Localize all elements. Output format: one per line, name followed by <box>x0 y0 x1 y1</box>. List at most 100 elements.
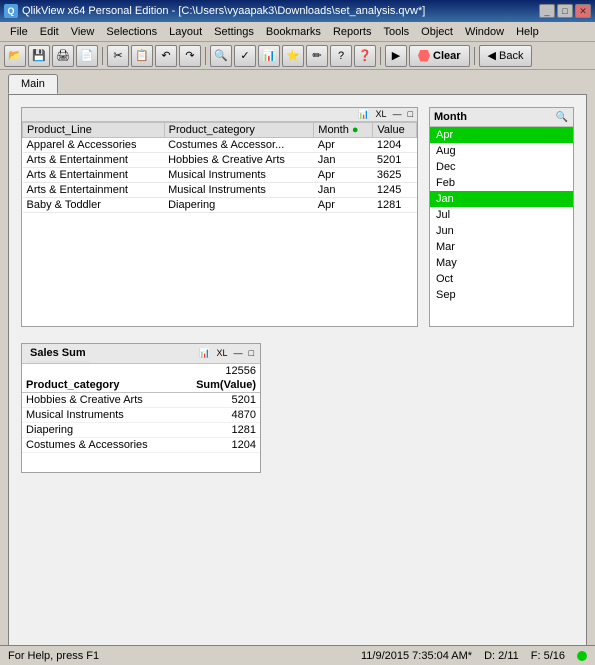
month-list-item[interactable]: Dec <box>430 159 573 175</box>
sales-value-cell: 4870 <box>178 408 260 423</box>
toolbar-open-btn[interactable]: 📂 <box>4 45 26 67</box>
table-cell: Musical Instruments <box>164 168 314 183</box>
back-label: Back <box>499 50 523 62</box>
toolbar-star-btn[interactable]: ⭐ <box>282 45 304 67</box>
table-row[interactable]: Musical Instruments4870 <box>22 408 260 423</box>
sales-value-cell: 1204 <box>178 438 260 453</box>
toolbar-arrow-btn[interactable]: ▶ <box>385 45 407 67</box>
sales-col2-header: Sum(Value) <box>178 378 260 393</box>
toolbar-cut-btn[interactable]: ✂ <box>107 45 129 67</box>
title-bar-left: Q QlikView x64 Personal Edition - [C:\Us… <box>4 4 425 18</box>
sales-minimize-btn[interactable]: — <box>232 348 245 359</box>
menu-layout[interactable]: Layout <box>163 24 208 40</box>
toolbar-sep3 <box>380 47 381 65</box>
tabs-area: Main <box>0 70 595 94</box>
table-cell: Arts & Entertainment <box>23 168 165 183</box>
month-indicator: ● <box>352 124 359 136</box>
menu-window[interactable]: Window <box>459 24 510 40</box>
table-cell: Arts & Entertainment <box>23 153 165 168</box>
sales-category-cell: Costumes & Accessories <box>22 438 178 453</box>
sales-container: Sales Sum 📊 XL — □ 12556 Product_categor… <box>21 343 261 473</box>
dt-xl-btn[interactable]: XL <box>374 109 389 120</box>
table-row[interactable]: Baby & ToddlerDiaperingApr1281 <box>23 198 417 213</box>
table-cell: Hobbies & Creative Arts <box>164 153 314 168</box>
month-list-item[interactable]: Feb <box>430 175 573 191</box>
toolbar-paste-btn[interactable]: 📋 <box>131 45 153 67</box>
table-cell: 5201 <box>373 153 417 168</box>
sales-maximize-btn[interactable]: □ <box>247 348 256 359</box>
table-cell: Apparel & Accessories <box>23 138 165 153</box>
toolbar-undo-btn[interactable]: ↶ <box>155 45 177 67</box>
toolbar-help-btn[interactable]: ? <box>330 45 352 67</box>
table-cell: Costumes & Accessor... <box>164 138 314 153</box>
table-row[interactable]: Hobbies & Creative Arts5201 <box>22 393 260 408</box>
sales-value-cell: 1281 <box>178 423 260 438</box>
month-list-item[interactable]: Oct <box>430 271 573 287</box>
table-cell: Apr <box>314 138 373 153</box>
toolbar-redo-btn[interactable]: ↷ <box>179 45 201 67</box>
tab-main[interactable]: Main <box>8 74 58 94</box>
table-row[interactable]: Arts & EntertainmentHobbies & Creative A… <box>23 153 417 168</box>
sales-value-cell: 5201 <box>178 393 260 408</box>
toolbar-save-btn[interactable]: 💾 <box>28 45 50 67</box>
clear-button[interactable]: Clear <box>409 45 470 67</box>
toolbar-chart-btn[interactable]: 📊 <box>258 45 280 67</box>
sales-col1-header: Product_category <box>22 378 178 393</box>
month-list-item[interactable]: Mar <box>430 239 573 255</box>
month-list-item[interactable]: Jan <box>430 191 573 207</box>
dt-minimize-btn[interactable]: — <box>391 109 404 120</box>
toolbar-search-btn[interactable]: 🔍 <box>210 45 232 67</box>
status-indicator <box>577 651 587 661</box>
main-data-table: Product_Line Product_category Month ● Va… <box>22 122 417 213</box>
col-product-line: Product_Line <box>23 123 165 138</box>
month-list-item[interactable]: Aug <box>430 143 573 159</box>
sales-toolbar-btns: 📊 XL — □ <box>197 348 256 359</box>
menu-help[interactable]: Help <box>510 24 545 40</box>
title-bar: Q QlikView x64 Personal Edition - [C:\Us… <box>0 0 595 22</box>
menu-bookmarks[interactable]: Bookmarks <box>260 24 327 40</box>
table-row[interactable]: Apparel & AccessoriesCostumes & Accessor… <box>23 138 417 153</box>
toolbar-check-btn[interactable]: ✓ <box>234 45 256 67</box>
toolbar-info-btn[interactable]: ❓ <box>354 45 376 67</box>
table-row[interactable]: Arts & EntertainmentMusical InstrumentsA… <box>23 168 417 183</box>
sales-category-cell: Hobbies & Creative Arts <box>22 393 178 408</box>
menu-tools[interactable]: Tools <box>377 24 415 40</box>
table-row[interactable]: Diapering1281 <box>22 423 260 438</box>
menu-selections[interactable]: Selections <box>100 24 163 40</box>
data-table-container: 📊 XL — □ Product_Line Product_category M… <box>21 107 418 327</box>
back-button[interactable]: ◀ Back <box>479 45 533 67</box>
toolbar-copy-btn[interactable]: 📄 <box>76 45 98 67</box>
month-search-icon[interactable]: 🔍 <box>555 110 569 124</box>
maximize-button[interactable]: □ <box>557 4 573 18</box>
menu-settings[interactable]: Settings <box>208 24 260 40</box>
close-button[interactable]: ✕ <box>575 4 591 18</box>
status-right: 11/9/2015 7:35:04 AM* D: 2/11 F: 5/16 <box>361 650 587 662</box>
dt-chart-btn[interactable]: 📊 <box>356 109 371 120</box>
toolbar-print-btn[interactable]: 🖨 <box>52 45 74 67</box>
table-cell: 1204 <box>373 138 417 153</box>
menu-reports[interactable]: Reports <box>327 24 378 40</box>
table-cell: Jan <box>314 183 373 198</box>
menu-edit[interactable]: Edit <box>34 24 65 40</box>
status-help-text: For Help, press F1 <box>8 650 99 662</box>
col-value: Value <box>373 123 417 138</box>
table-row[interactable]: Arts & EntertainmentMusical InstrumentsJ… <box>23 183 417 198</box>
dt-maximize-btn[interactable]: □ <box>406 109 415 120</box>
sales-category-cell: Diapering <box>22 423 178 438</box>
sales-category-cell: Musical Instruments <box>22 408 178 423</box>
menu-file[interactable]: File <box>4 24 34 40</box>
toolbar-edit-btn[interactable]: ✏ <box>306 45 328 67</box>
month-list-item[interactable]: Jun <box>430 223 573 239</box>
menu-view[interactable]: View <box>65 24 101 40</box>
month-list-item[interactable]: Jul <box>430 207 573 223</box>
table-row[interactable]: Costumes & Accessories1204 <box>22 438 260 453</box>
minimize-button[interactable]: _ <box>539 4 555 18</box>
month-list-item[interactable]: May <box>430 255 573 271</box>
sales-xl-btn[interactable]: XL <box>215 348 230 359</box>
month-list-item[interactable]: Apr <box>430 127 573 143</box>
sales-chart-btn[interactable]: 📊 <box>197 348 212 359</box>
table-cell: 1281 <box>373 198 417 213</box>
month-list-item[interactable]: Sep <box>430 287 573 303</box>
menu-object[interactable]: Object <box>415 24 459 40</box>
app-icon: Q <box>4 4 18 18</box>
